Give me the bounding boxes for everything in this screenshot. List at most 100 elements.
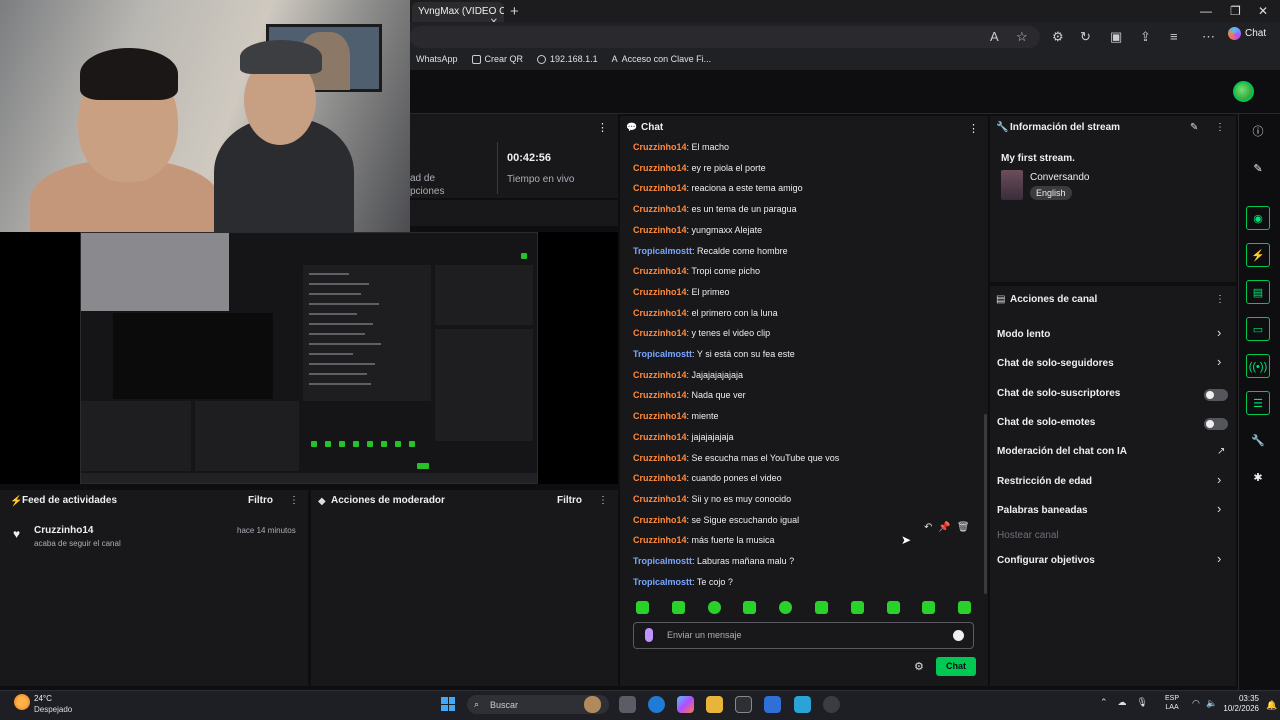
layout-icon[interactable]: ☰ [1246,391,1270,415]
category-name[interactable]: Conversando [1030,172,1089,183]
collections-icon[interactable]: ≡ [1170,29,1178,44]
more-vertical-icon[interactable]: ⋮ [1215,122,1225,133]
app-icon[interactable] [794,696,811,713]
lightning-icon[interactable]: ⚡ [1246,243,1270,267]
address-bar[interactable] [410,26,1040,48]
toggle-switch[interactable] [1204,389,1228,401]
favorite-star-icon[interactable]: ☆ [1016,29,1028,45]
notification-bell-icon[interactable]: 🔔 [1266,700,1277,711]
chat-scrollbar[interactable] [984,414,987,594]
read-aloud-icon[interactable]: A [990,29,999,44]
broadcast-icon[interactable]: ((•)) [1246,354,1270,378]
chevron-up-icon[interactable]: ⌃ [1100,697,1108,708]
windows-start-icon[interactable] [441,697,455,711]
chat-username[interactable]: Tropicalmostt [633,349,692,359]
chat-message[interactable]: Cruzzinho14: Tropi come picho [633,266,760,276]
emote-icon[interactable] [850,601,864,614]
chat-message[interactable]: Cruzzinho14: Jajajajajajaja [633,370,743,380]
emote-icon[interactable] [707,601,721,614]
chat-message[interactable]: Tropicalmostt: Laburas mañana malu ? [633,556,794,566]
activity-user[interactable]: Cruzzinho14 [34,525,93,536]
close-window-icon[interactable]: ✕ [1258,4,1268,18]
chevron-right-icon[interactable]: › [1217,501,1221,516]
cloud-icon[interactable]: ☁ [1118,697,1127,708]
task-view-icon[interactable] [619,696,636,713]
chat-message[interactable]: Cruzzinho14: jajajajajaja [633,432,734,442]
chat-message[interactable]: Cruzzinho14: más fuerte la musica [633,535,775,545]
clipboard-icon[interactable]: ▤ [1246,280,1270,304]
history-icon[interactable]: ↻ [1080,29,1091,45]
channel-action-label[interactable]: Palabras baneadas [997,505,1088,516]
tab-close-icon[interactable]: ✕ [490,17,498,22]
channel-action-label[interactable]: Configurar objetivos [997,555,1095,566]
chat-username[interactable]: Cruzzinho14 [633,535,687,545]
chat-username[interactable]: Cruzzinho14 [633,494,687,504]
emote-icon[interactable] [671,601,685,614]
toggle-switch[interactable] [1204,418,1228,430]
chat-username[interactable]: Cruzzinho14 [633,515,687,525]
mic-tray-icon[interactable]: 🎙 [1137,697,1148,708]
send-chat-button[interactable]: Chat [936,657,976,676]
microphone-icon[interactable] [645,628,653,642]
chat-username[interactable]: Cruzzinho14 [633,390,687,400]
input-language[interactable]: ESP LAA [1165,694,1179,712]
chat-message[interactable]: Tropicalmostt: Recalde come hombre [633,246,788,256]
chat-username[interactable]: Cruzzinho14 [633,473,687,483]
bookmark-router[interactable]: 192.168.1.1 [537,50,598,68]
extension-icon[interactable]: ⚙ [1052,29,1064,45]
share-icon[interactable]: ⇪ [1140,29,1151,45]
chat-message[interactable]: Cruzzinho14: Sii y no es muy conocido [633,494,791,504]
copilot-button[interactable]: Chat [1228,27,1276,45]
more-vertical-icon[interactable]: ⋮ [597,121,608,134]
store-icon[interactable] [735,696,752,713]
chat-username[interactable]: Cruzzinho14 [633,183,687,193]
bookmark-whatsapp[interactable]: WhatsApp [416,50,458,68]
chat-username[interactable]: Cruzzinho14 [633,411,687,421]
emote-icon[interactable] [743,601,757,614]
copilot-taskbar-icon[interactable] [677,696,694,713]
external-link-icon[interactable]: ↗ [1217,446,1225,457]
screenshot-icon[interactable]: ▣ [1110,29,1122,45]
chat-icon[interactable]: ▭ [1246,317,1270,341]
chat-message[interactable]: Cruzzinho14: reaciona a este tema amigo [633,183,803,193]
chevron-right-icon[interactable]: › [1217,472,1221,487]
emote-icon[interactable] [779,601,793,614]
clock[interactable]: 03:35 10/2/2026 [1217,694,1259,714]
more-vertical-icon[interactable]: ⋮ [1215,294,1225,305]
chat-username[interactable]: Cruzzinho14 [633,204,687,214]
chat-message[interactable]: Cruzzinho14: ey re piola el porte [633,163,766,173]
wifi-icon[interactable]: ◠ [1192,698,1200,709]
pencil-icon[interactable]: ✎ [1190,122,1198,133]
chat-message[interactable]: Cruzzinho14: yungmaxx Alejate [633,225,762,235]
chat-message[interactable]: Cruzzinho14: miente [633,411,719,421]
chat-username[interactable]: Cruzzinho14 [633,287,687,297]
chat-username[interactable]: Cruzzinho14 [633,328,687,338]
wrench-icon[interactable]: 🔧 [1246,429,1270,453]
pencil-icon[interactable]: ✎ [1246,157,1270,181]
browser-tab[interactable]: YvngMax (VIDEO OF✕ [412,2,504,22]
volume-icon[interactable]: 🔈 [1206,698,1217,709]
weather-icon[interactable] [14,694,30,710]
chat-message[interactable]: Cruzzinho14: Se escucha mas el YouTube q… [633,453,839,463]
emote-icon[interactable] [922,601,936,614]
chevron-right-icon[interactable]: › [1217,551,1221,566]
folder-icon[interactable] [706,696,723,713]
chat-message[interactable]: Cruzzinho14: y tenes el video clip [633,328,770,338]
chat-message[interactable]: Cruzzinho14: El primeo [633,287,730,297]
emote-icon[interactable] [815,601,828,614]
chat-message[interactable]: Cruzzinho14: se Sigue escuchando igual [633,515,799,525]
chat-username[interactable]: Tropicalmostt [633,577,692,587]
more-vertical-icon[interactable]: ⋮ [289,495,299,506]
reply-icon[interactable]: ↶ [924,522,932,540]
chat-message[interactable]: Cruzzinho14: el primero con la luna [633,308,778,318]
emote-icon[interactable] [636,601,649,614]
more-icon[interactable]: ⋯ [1202,29,1215,45]
user-avatar[interactable] [1233,81,1254,102]
new-tab-icon[interactable]: + [510,3,519,20]
delete-icon[interactable]: 🗑 [957,522,970,540]
channel-action-label[interactable]: Moderación del chat con IA [997,446,1127,457]
pin-icon[interactable]: 📌 [938,522,950,540]
chat-message[interactable]: Cruzzinho14: es un tema de un paragua [633,204,797,214]
obs-icon[interactable] [823,696,840,713]
more-vertical-icon[interactable]: ⋮ [968,122,979,135]
